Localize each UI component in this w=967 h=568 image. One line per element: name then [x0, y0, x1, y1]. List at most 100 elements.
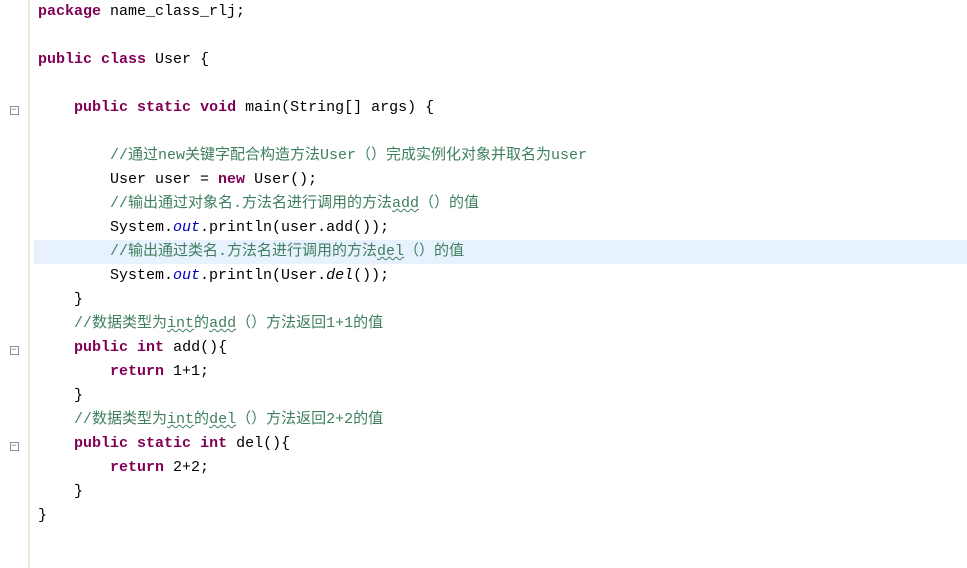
indent	[38, 267, 110, 284]
code-line[interactable]	[34, 120, 967, 144]
gutter: − − −	[0, 0, 28, 568]
code-token	[128, 99, 137, 116]
code-token: //数据类型为	[74, 411, 167, 428]
code-line[interactable]: return 2+2;	[34, 456, 967, 480]
gutter-mark	[0, 506, 28, 530]
code-token: name_class_rlj;	[101, 3, 245, 20]
code-token: }	[74, 483, 83, 500]
code-token: //通过new关键字配合构造方法User（）完成实例化对象并取名为user	[110, 147, 587, 164]
code-token: 的	[194, 411, 209, 428]
code-token: System.	[110, 267, 173, 284]
code-line[interactable]: //输出通过对象名.方法名进行调用的方法add（）的值	[34, 192, 967, 216]
code-token: class	[101, 51, 146, 68]
code-token	[92, 51, 101, 68]
indent	[38, 363, 110, 380]
gutter-mark	[0, 266, 28, 290]
code-token: static	[137, 435, 191, 452]
code-token: int	[167, 411, 194, 428]
code-token	[191, 99, 200, 116]
indent	[38, 291, 74, 308]
code-token	[191, 435, 200, 452]
gutter-mark	[0, 290, 28, 314]
indent	[38, 99, 74, 116]
code-token: User user =	[110, 171, 218, 188]
gutter-mark	[0, 458, 28, 482]
code-token: package	[38, 3, 101, 20]
code-line[interactable]: //输出通过类名.方法名进行调用的方法del（）的值	[34, 240, 967, 264]
code-token	[128, 339, 137, 356]
code-token: del	[326, 267, 353, 284]
gutter-mark	[0, 194, 28, 218]
indent	[38, 219, 110, 236]
code-line[interactable]: }	[34, 504, 967, 528]
code-token: int	[167, 315, 194, 332]
code-token: int	[200, 435, 227, 452]
code-line[interactable]: }	[34, 384, 967, 408]
code-token: User();	[245, 171, 317, 188]
code-token: add	[392, 195, 419, 212]
code-area[interactable]: package name_class_rlj;public class User…	[28, 0, 967, 568]
code-token: }	[74, 387, 83, 404]
code-token: public	[74, 435, 128, 452]
code-token: del	[377, 243, 404, 260]
code-line[interactable]: }	[34, 480, 967, 504]
code-token: ());	[353, 267, 389, 284]
code-token: public	[74, 339, 128, 356]
indent	[38, 315, 74, 332]
gutter-mark: −	[0, 98, 28, 122]
code-line[interactable]: }	[34, 288, 967, 312]
gutter-mark	[0, 50, 28, 74]
indent	[38, 195, 110, 212]
indent	[38, 339, 74, 356]
code-token: public	[74, 99, 128, 116]
indent	[38, 483, 74, 500]
indent	[38, 171, 110, 188]
code-line[interactable]: //通过new关键字配合构造方法User（）完成实例化对象并取名为user	[34, 144, 967, 168]
code-line[interactable]	[34, 72, 967, 96]
code-line[interactable]: //数据类型为int的add（）方法返回1+1的值	[34, 312, 967, 336]
gutter-mark: −	[0, 338, 28, 362]
code-token: static	[137, 99, 191, 116]
code-token	[128, 435, 137, 452]
code-token: 2+2;	[164, 459, 209, 476]
gutter-mark	[0, 362, 28, 386]
code-line[interactable]	[34, 24, 967, 48]
code-line[interactable]: return 1+1;	[34, 360, 967, 384]
code-token: .println(user.add());	[200, 219, 389, 236]
code-token: //数据类型为	[74, 315, 167, 332]
gutter-mark	[0, 410, 28, 434]
code-line[interactable]: package name_class_rlj;	[34, 0, 967, 24]
fold-minus-icon[interactable]: −	[10, 106, 19, 115]
code-token: 的	[194, 315, 209, 332]
fold-minus-icon[interactable]: −	[10, 346, 19, 355]
code-line[interactable]: public int add(){	[34, 336, 967, 360]
gutter-mark	[0, 170, 28, 194]
code-token: out	[173, 219, 200, 236]
fold-minus-icon[interactable]: −	[10, 442, 19, 451]
gutter-mark	[0, 74, 28, 98]
code-token: //输出通过对象名.方法名进行调用的方法	[110, 195, 392, 212]
code-line[interactable]: System.out.println(User.del());	[34, 264, 967, 288]
code-token: System.	[110, 219, 173, 236]
code-line[interactable]: public static int del(){	[34, 432, 967, 456]
indent	[38, 459, 110, 476]
code-token: .println(User.	[200, 267, 326, 284]
code-line[interactable]: public static void main(String[] args) {	[34, 96, 967, 120]
code-line[interactable]: public class User {	[34, 48, 967, 72]
code-token: （）方法返回1+1的值	[236, 315, 383, 332]
code-token: main(String[] args) {	[236, 99, 434, 116]
code-token: }	[38, 507, 47, 524]
code-line[interactable]: //数据类型为int的del（）方法返回2+2的值	[34, 408, 967, 432]
code-token: （）的值	[404, 243, 464, 260]
gutter-mark	[0, 218, 28, 242]
code-token: return	[110, 363, 164, 380]
code-token: out	[173, 267, 200, 284]
code-line[interactable]: System.out.println(user.add());	[34, 216, 967, 240]
gutter-mark	[0, 146, 28, 170]
gutter-mark	[0, 482, 28, 506]
indent	[38, 411, 74, 428]
code-line[interactable]: User user = new User();	[34, 168, 967, 192]
gutter-mark	[0, 26, 28, 50]
gutter-mark: −	[0, 434, 28, 458]
gutter-mark	[0, 242, 28, 266]
